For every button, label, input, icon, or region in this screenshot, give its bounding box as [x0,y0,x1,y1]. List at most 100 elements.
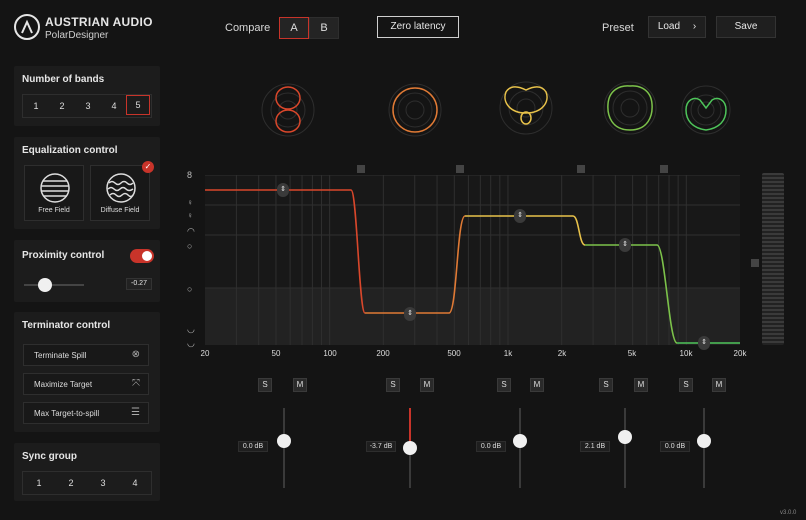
x-tick-20: 20 [200,349,210,358]
free-field-button[interactable]: Free Field [24,165,84,221]
band-4-polar-pattern-icon [603,81,657,135]
proximity-slider[interactable] [24,278,84,292]
expand-arrows-icon: ⤧ [132,378,140,389]
band-4-gain-knob[interactable] [618,430,632,444]
band-count-2[interactable]: 2 [49,95,75,117]
band-5-gain-knob[interactable] [697,434,711,448]
polar-eq-graph[interactable] [205,175,740,345]
austrian-audio-logo [14,14,40,40]
band-2-mute-button[interactable]: M [420,378,434,392]
band-5-solo-button[interactable]: S [679,378,693,392]
band-4-gain-value: 2.1 dB [580,441,610,452]
band-1-mute-button[interactable]: M [293,378,307,392]
band-count-4[interactable]: 4 [101,95,127,117]
cardioid-icon: ◠ [187,226,195,236]
save-preset-button[interactable]: Save [716,16,776,38]
circle-x-icon: ⊗ [131,349,140,360]
output-level-meter [762,173,784,345]
maximize-target-button[interactable]: Maximize Target ⤧ [23,373,149,395]
terminate-spill-button[interactable]: Terminate Spill ⊗ [23,344,149,366]
band-3-pattern-handle[interactable]: ⇕ [514,209,526,223]
band-2-pattern-handle[interactable]: ⇕ [404,307,416,321]
terminator-panel: Terminator control Terminate Spill ⊗ Max… [14,312,160,432]
band-count-selector: 1 2 3 4 5 [22,94,152,118]
band-1-polar-pattern-icon [261,83,315,137]
band-5-pattern-handle[interactable]: ⇕ [698,336,710,350]
band-2-polar-pattern-icon [388,83,442,137]
sync-group-1[interactable]: 1 [25,472,53,494]
proximity-slider-knob[interactable] [38,278,52,292]
band-count-3[interactable]: 3 [75,95,101,117]
band-2-solo-button[interactable]: S [386,378,400,392]
band-1-gain-value: 0.0 dB [238,441,268,452]
supercardioid-icon: ♀ [187,211,193,220]
rev-subcardioid-icon: ◡ [187,324,195,334]
band-5-gain-slider[interactable] [703,408,705,488]
compare-label: Compare [225,22,271,34]
sync-group-3[interactable]: 3 [89,472,117,494]
terminate-spill-label: Terminate Spill [34,351,87,360]
subcardioid-icon: ○ [187,241,193,251]
zero-latency-button[interactable]: Zero latency [377,16,459,38]
band-5-mute-button[interactable]: M [712,378,726,392]
band-4-pattern-handle[interactable]: ⇕ [619,238,631,252]
x-tick-100: 100 [323,349,337,358]
proximity-panel: Proximity control -0.27 [14,240,160,302]
band-1-solo-button[interactable]: S [258,378,272,392]
preset-label: Preset [602,22,634,34]
load-label: Load [657,21,681,32]
load-preset-button[interactable]: Load › [648,16,706,38]
hypercardioid-icon: ♀ [187,198,193,207]
product-name: PolarDesigner [45,30,109,41]
free-field-icon [40,173,70,203]
figure-eight-icon: 8 [187,170,193,180]
sync-panel: Sync group 1 2 3 4 [14,443,160,501]
sync-group-4[interactable]: 4 [121,472,149,494]
y-axis-pattern-icons: 8 ♀ ♀ ◠ ○ ○ ◡ ◡ [185,168,199,348]
omni-icon: ○ [187,284,193,294]
band-3-solo-button[interactable]: S [497,378,511,392]
terminator-panel-title: Terminator control [22,320,111,331]
crossover-handle-4[interactable] [660,165,668,173]
brand-name: AUSTRIAN AUDIO [45,15,153,29]
proximity-toggle[interactable] [130,249,154,263]
x-tick-5k: 5k [627,349,637,358]
band-2-gain-knob[interactable] [403,441,417,455]
graph-canvas [205,175,740,345]
sync-group-2[interactable]: 2 [57,472,85,494]
band-3-gain-knob[interactable] [513,434,527,448]
x-tick-500: 500 [447,349,461,358]
eq-panel-title: Equalization control [22,145,118,156]
compare-b-button[interactable]: B [309,17,339,39]
chevron-right-icon: › [692,21,697,32]
sync-group-selector: 1 2 3 4 [22,471,152,495]
band-4-mute-button[interactable]: M [634,378,648,392]
max-target-to-spill-button[interactable]: Max Target-to-spill ☰ [23,402,149,424]
band-count-1[interactable]: 1 [23,95,49,117]
band-3-gain-slider[interactable] [519,408,521,488]
band-1-pattern-handle[interactable]: ⇕ [277,183,289,197]
band-3-gain-value: 0.0 dB [476,441,506,452]
proximity-panel-title: Proximity control [22,250,105,261]
sync-panel-title: Sync group [22,451,78,462]
band-3-mute-button[interactable]: M [530,378,544,392]
band-count-5[interactable]: 5 [126,95,150,115]
x-tick-1k: 1k [503,349,513,358]
compare-a-button[interactable]: A [279,17,309,39]
band-1-gain-slider[interactable] [283,408,285,488]
diffuse-field-label: Diffuse Field [100,207,140,214]
crossover-handle-2[interactable] [456,165,464,173]
maximize-target-label: Maximize Target [34,380,93,389]
rear-region [205,288,740,345]
x-tick-50: 50 [271,349,281,358]
band-4-solo-button[interactable]: S [599,378,613,392]
band-4-gain-slider[interactable] [624,408,626,488]
crossover-handle-3[interactable] [577,165,585,173]
band-1-gain-knob[interactable] [277,434,291,448]
crossover-handle-1[interactable] [357,165,365,173]
max-target-to-spill-label: Max Target-to-spill [34,409,100,418]
diffuse-field-button[interactable]: ✓ Diffuse Field [90,161,154,221]
meter-handle[interactable] [751,259,759,267]
band-5-polar-pattern-icon [681,85,731,135]
rev-cardioid-icon: ◡ [187,338,195,348]
